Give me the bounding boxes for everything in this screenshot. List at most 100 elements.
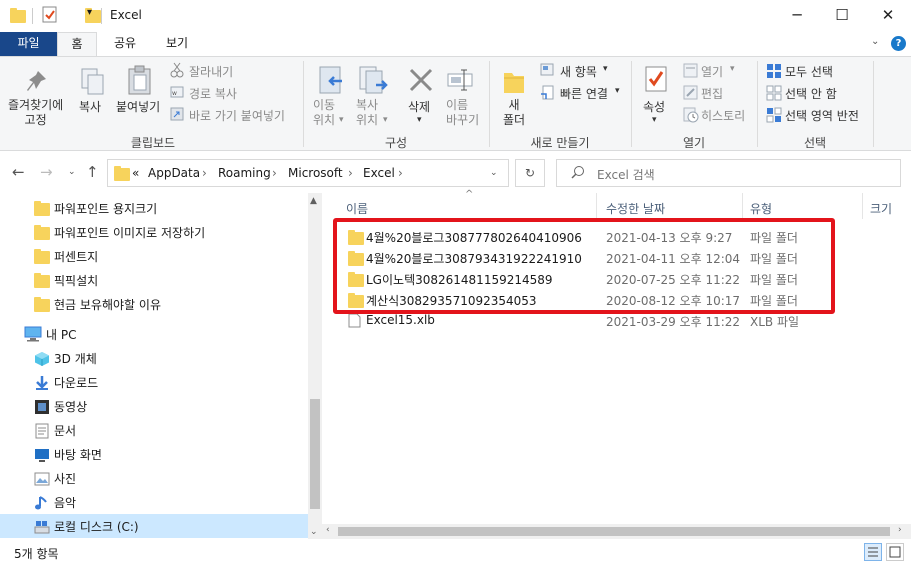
collapse-ribbon-icon[interactable]: ⌄: [871, 36, 879, 47]
nav-item[interactable]: 3D 개체: [0, 346, 308, 370]
scroll-thumb[interactable]: [338, 527, 890, 536]
folder-icon: [10, 8, 26, 23]
recent-locations-icon[interactable]: ⌄: [68, 167, 76, 177]
cut-button[interactable]: 잘라내기: [189, 63, 233, 80]
nav-item[interactable]: 파워포인트 이미지로 저장하기: [0, 220, 308, 244]
file-date: 2021-03-29 오후 11:22: [606, 315, 741, 329]
delete-button[interactable]: 삭제: [408, 98, 430, 115]
nav-item[interactable]: 동영상: [0, 394, 308, 418]
column-divider[interactable]: [862, 193, 863, 219]
move-to-dropdown-icon[interactable]: ▾: [339, 115, 344, 125]
minimize-button[interactable]: ─: [774, 0, 820, 32]
nav-item-selected[interactable]: 로컬 디스크 (C:): [0, 514, 308, 538]
tab-share[interactable]: 공유: [103, 32, 147, 56]
customize-qat-icon[interactable]: ▾: [87, 7, 92, 18]
nav-item[interactable]: 다운로드: [0, 370, 308, 394]
select-group-label: 선택: [803, 136, 827, 150]
move-to-button[interactable]: 이동 위치: [313, 98, 335, 128]
details-view-button[interactable]: [864, 543, 882, 561]
select-none-button[interactable]: 선택 안 함: [785, 85, 837, 102]
easy-access-button[interactable]: 빠른 연결: [560, 85, 608, 102]
open-dropdown-icon[interactable]: ▾: [730, 64, 735, 74]
folder-icon: [34, 273, 50, 288]
address-dropdown-icon[interactable]: ⌄: [490, 168, 498, 178]
up-arrow-icon[interactable]: ↑: [86, 163, 99, 181]
open-icon: [683, 63, 699, 82]
tab-home[interactable]: 홈: [57, 32, 97, 57]
download-icon: [34, 375, 50, 394]
maximize-button[interactable]: ☐: [819, 0, 865, 32]
properties-quick-icon[interactable]: [42, 6, 58, 27]
copy-path-button[interactable]: 경로 복사: [189, 85, 237, 102]
scroll-thumb[interactable]: [310, 399, 320, 509]
file-icon: [348, 313, 361, 331]
picture-icon: [34, 471, 50, 490]
scroll-right-arrow-icon[interactable]: ›: [898, 525, 902, 535]
file-list-scrollbar[interactable]: ‹ ›: [322, 524, 911, 539]
new-item-dropdown-icon[interactable]: ▾: [603, 64, 608, 74]
rename-button[interactable]: 이름 바꾸기: [446, 98, 479, 128]
group-divider: [873, 61, 874, 147]
copy-button[interactable]: 복사: [79, 98, 101, 115]
close-button[interactable]: ✕: [865, 0, 911, 32]
new-folder-button[interactable]: 새 폴더: [503, 98, 525, 128]
column-header-size[interactable]: 크기: [870, 200, 892, 217]
new-item-button[interactable]: 새 항목: [560, 63, 597, 80]
column-divider[interactable]: [742, 193, 743, 219]
nav-item[interactable]: 현금 보유해야할 이유: [0, 292, 308, 316]
copy-to-dropdown-icon[interactable]: ▾: [383, 115, 388, 125]
nav-pane-scrollbar[interactable]: ▲ ⌄: [308, 193, 322, 539]
breadcrumb-roaming[interactable]: Roaming: [218, 166, 271, 180]
delete-dropdown-icon[interactable]: ▾: [417, 115, 422, 125]
scroll-left-arrow-icon[interactable]: ‹: [326, 525, 330, 535]
nav-item[interactable]: 파워포인트 용지크기: [0, 196, 308, 220]
breadcrumb-overflow[interactable]: «: [132, 166, 139, 180]
back-arrow-icon[interactable]: ←: [12, 163, 25, 181]
easy-access-icon: [540, 85, 556, 104]
copy-to-button[interactable]: 복사 위치: [356, 98, 378, 128]
new-item-icon: [540, 63, 556, 80]
tab-file[interactable]: 파일: [0, 32, 57, 56]
nav-item-this-pc[interactable]: 내 PC: [0, 322, 308, 346]
scroll-down-arrow-icon[interactable]: ⌄: [310, 527, 318, 537]
history-button[interactable]: 히스토리: [701, 107, 745, 124]
breadcrumb-separator: ›: [348, 166, 353, 180]
rename-icon: [446, 66, 476, 97]
nav-item[interactable]: 바탕 화면: [0, 442, 308, 466]
address-bar[interactable]: « AppData › Roaming › Microsoft › Excel …: [107, 159, 509, 187]
properties-icon: [644, 65, 670, 98]
edit-button[interactable]: 편집: [701, 85, 723, 102]
nav-item[interactable]: 문서: [0, 418, 308, 442]
breadcrumb-appdata[interactable]: AppData: [148, 166, 200, 180]
nav-item[interactable]: 퍼센트지: [0, 244, 308, 268]
paste-shortcut-button[interactable]: 바로 가기 붙여넣기: [189, 107, 285, 124]
easy-access-dropdown-icon[interactable]: ▾: [615, 86, 620, 96]
forward-arrow-icon[interactable]: →: [40, 163, 53, 181]
column-header-type[interactable]: 유형: [750, 200, 772, 217]
title-bar: ▾ Excel ─ ☐ ✕: [0, 0, 911, 32]
column-header-date[interactable]: 수정한 날짜: [606, 200, 665, 217]
nav-item[interactable]: 음악: [0, 490, 308, 514]
sort-ascending-icon: ^: [465, 189, 474, 200]
search-box[interactable]: Excel 검색: [556, 159, 901, 187]
breadcrumb-excel[interactable]: Excel: [363, 166, 395, 180]
nav-item[interactable]: 픽픽설치: [0, 268, 308, 292]
pin-to-quick-access-button[interactable]: 즐겨찾기에 고정: [8, 98, 63, 128]
folder-icon: [34, 225, 50, 240]
select-all-button[interactable]: 모두 선택: [785, 63, 833, 80]
properties-button[interactable]: 속성: [643, 98, 665, 115]
breadcrumb-microsoft[interactable]: Microsoft: [288, 166, 343, 180]
help-icon[interactable]: ?: [891, 36, 906, 51]
breadcrumb-separator: ›: [398, 166, 403, 180]
paste-button[interactable]: 붙여넣기: [116, 98, 160, 115]
nav-item[interactable]: 사진: [0, 466, 308, 490]
invert-selection-button[interactable]: 선택 영역 반전: [785, 107, 859, 124]
tab-view[interactable]: 보기: [155, 32, 199, 56]
properties-dropdown-icon[interactable]: ▾: [652, 115, 657, 125]
refresh-button[interactable]: ↻: [515, 159, 545, 187]
scroll-up-arrow-icon[interactable]: ▲: [310, 196, 317, 206]
large-icons-view-button[interactable]: [886, 543, 904, 561]
column-divider[interactable]: [596, 193, 597, 219]
open-button[interactable]: 열기: [701, 63, 723, 80]
column-header-name[interactable]: 이름: [346, 200, 368, 217]
